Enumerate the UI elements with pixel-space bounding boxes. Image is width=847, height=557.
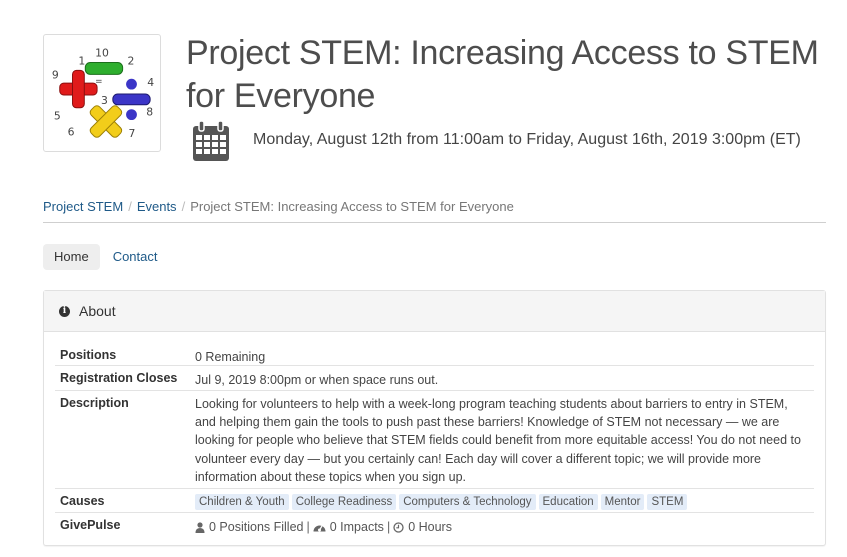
page-title: Project STEM: Increasing Access to STEM …	[186, 34, 819, 115]
calendar-icon	[193, 120, 229, 161]
row-label: Registration Closes	[60, 371, 178, 385]
svg-text:10: 10	[95, 47, 109, 60]
svg-text:9: 9	[52, 68, 59, 81]
tab-contact[interactable]: Contact	[102, 244, 169, 270]
row-label: Positions	[60, 348, 117, 362]
svg-text:1: 1	[78, 54, 85, 67]
cause-tag[interactable]: Education	[538, 494, 598, 510]
svg-text:8: 8	[146, 106, 153, 119]
breadcrumb-current: Project STEM: Increasing Access to STEM …	[190, 199, 514, 214]
stat-separator: |	[306, 520, 310, 534]
event-logo: 10 1 2 943 586 7 =	[43, 34, 161, 152]
info-circle-icon: i	[59, 305, 70, 317]
row-description: Description Looking for volunteers to he…	[55, 391, 814, 489]
svg-text:7: 7	[129, 127, 136, 140]
row-label: GivePulse	[60, 518, 121, 532]
positions-value: 0 Remaining	[195, 350, 266, 364]
positions-filled-stat: 0 Positions Filled	[209, 520, 304, 534]
divider	[43, 222, 826, 223]
svg-text:5: 5	[54, 110, 61, 123]
row-causes: Causes Children & Youth College Readiness…	[55, 489, 814, 513]
dashboard-icon	[313, 525, 326, 532]
row-registration-closes: Registration Closes Jul 9, 2019 8:00pm o…	[55, 366, 814, 391]
stat-separator: |	[386, 520, 391, 534]
registration-closes-value: Jul 9, 2019 8:00pm or when space runs ou…	[195, 373, 439, 387]
givepulse-stats: 0 Positions Filled | 0 Impacts | 0 Hours	[195, 513, 814, 539]
page-nav: Home Contact	[43, 244, 169, 270]
clock-icon	[393, 522, 404, 533]
breadcrumb-events[interactable]: Events	[137, 199, 177, 214]
hours-stat: 0 Hours	[408, 520, 452, 534]
about-panel-header: i About	[44, 291, 825, 332]
about-heading: About	[79, 303, 116, 319]
breadcrumb-project-stem[interactable]: Project STEM	[43, 199, 123, 214]
breadcrumb: Project STEM / Events / Project STEM: Increa…	[43, 199, 514, 214]
cause-tag[interactable]: Mentor	[600, 494, 645, 510]
event-date: Monday, August 12th from 11:00am to Frid…	[253, 131, 801, 148]
about-panel: i About Positions 0 Remaining Registrati…	[43, 290, 826, 546]
svg-text:2: 2	[128, 54, 135, 67]
cause-tag[interactable]: Computers & Technology	[399, 494, 536, 510]
cause-tag[interactable]: College Readiness	[291, 494, 397, 510]
math-symbols-image: 101 2 943 5 86 7=	[52, 47, 154, 141]
breadcrumb-separator: /	[128, 199, 132, 214]
svg-text:4: 4	[147, 76, 154, 89]
svg-text:6: 6	[68, 125, 75, 138]
row-givepulse: GivePulse 0 Positions Filled | 0 Impacts |…	[55, 513, 814, 539]
row-label: Causes	[60, 494, 105, 508]
causes-tags: Children & Youth College Readiness Compute…	[195, 489, 814, 512]
cause-tag[interactable]: STEM	[647, 494, 688, 510]
user-icon	[195, 522, 205, 534]
tab-home[interactable]: Home	[43, 244, 100, 270]
row-label: Description	[60, 396, 129, 410]
description-value: Looking for volunteers to help with a we…	[195, 397, 801, 484]
svg-text:3: 3	[101, 94, 108, 107]
impacts-stat: 0 Impacts	[329, 520, 384, 534]
row-positions: Positions 0 Remaining	[55, 343, 814, 366]
cause-tag[interactable]: Children & Youth	[195, 494, 289, 510]
breadcrumb-separator: /	[181, 199, 186, 214]
